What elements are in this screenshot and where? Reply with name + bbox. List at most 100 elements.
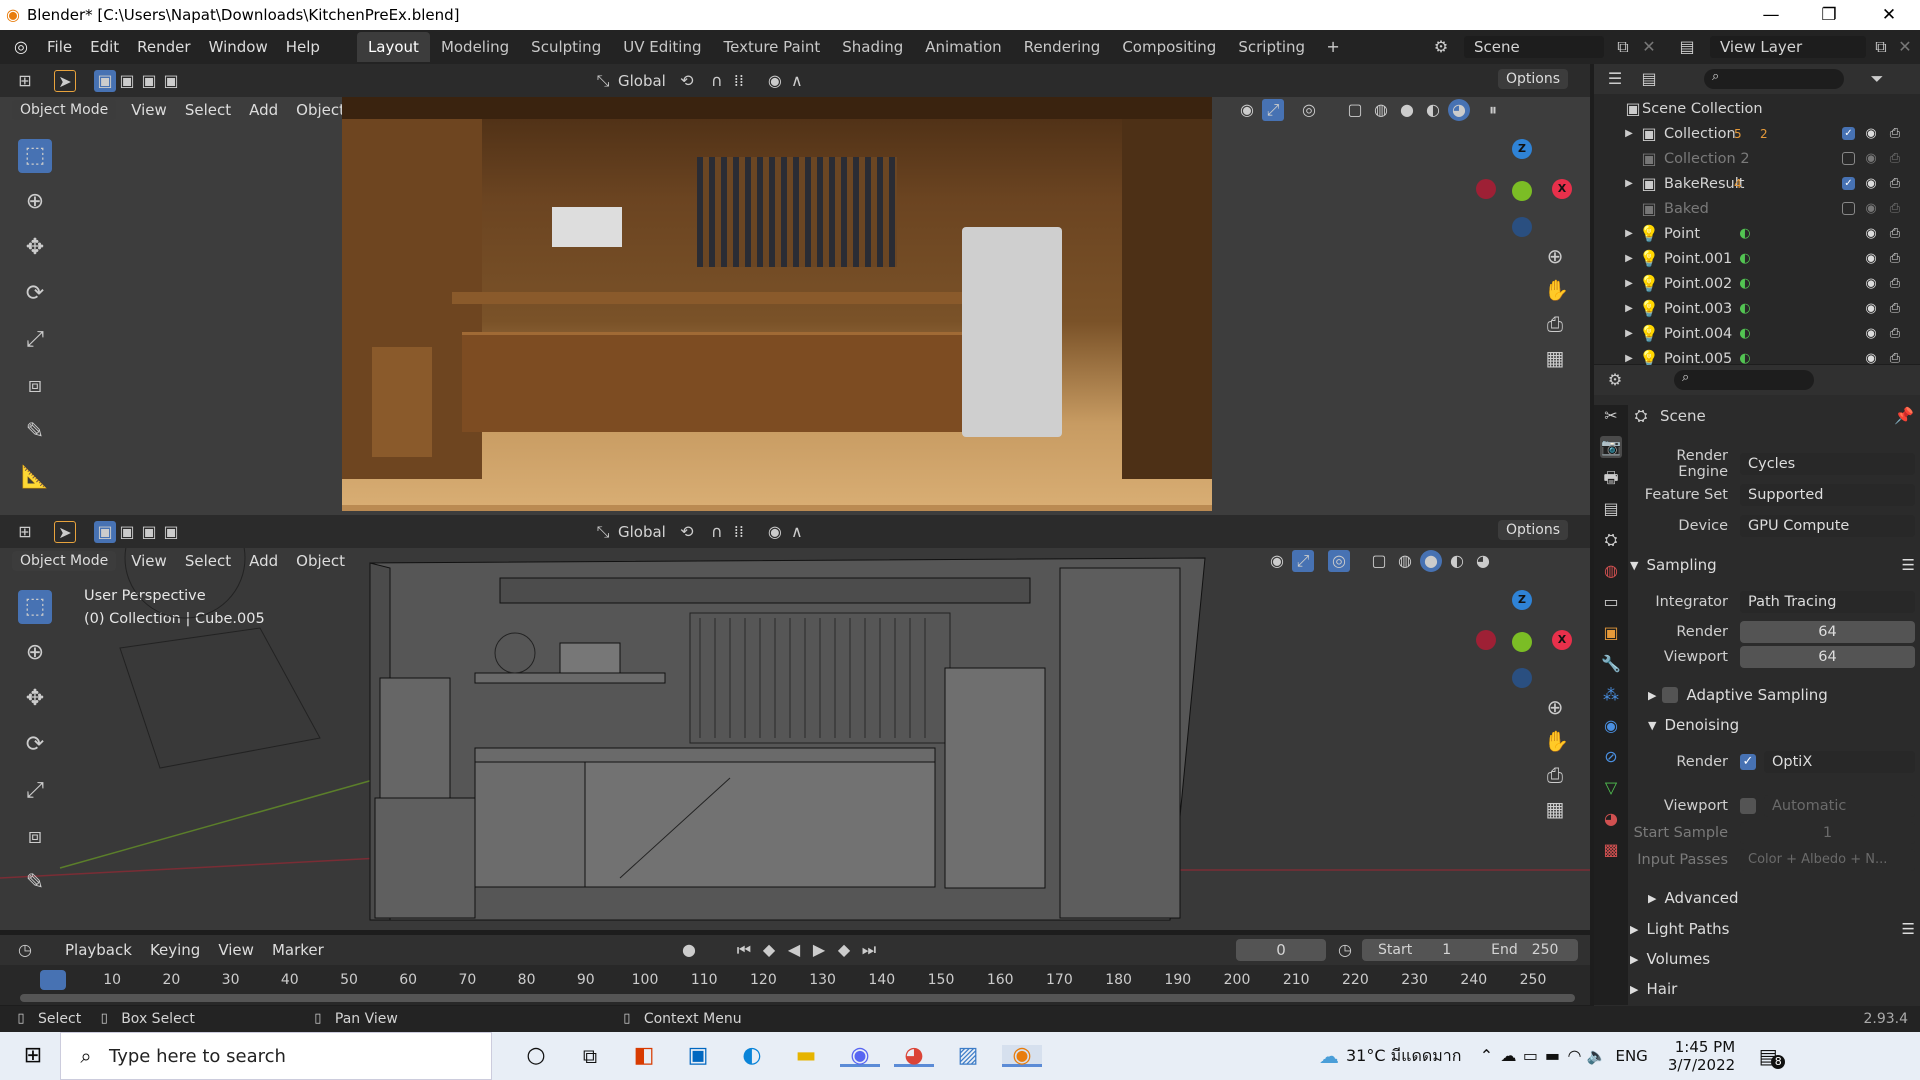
start-sample-field[interactable]: 1 [1740, 822, 1915, 844]
falloff-icon[interactable]: ∧ [786, 521, 808, 543]
timeline-view-menu[interactable]: View [209, 941, 263, 959]
list-icon[interactable]: ☰ [1902, 920, 1915, 938]
store-icon[interactable]: ▣ [678, 1045, 718, 1067]
blender-taskbar-icon[interactable]: ◉ [1002, 1045, 1042, 1067]
outliner-search-input[interactable]: ⌕ [1704, 69, 1844, 89]
select-tool-icon[interactable]: ➤ [54, 520, 76, 543]
advanced-header[interactable]: ▶ Advanced [1648, 885, 1915, 911]
list-icon[interactable]: ☰ [1902, 556, 1915, 574]
viewport-samples-field[interactable]: 64 [1740, 646, 1915, 668]
rotate-tool-icon[interactable]: ⟳ [18, 277, 52, 311]
view-layer-tab-icon[interactable]: ▤ [1600, 498, 1622, 520]
camera-render-icon[interactable]: ⎙ [1884, 173, 1906, 195]
editor-type-icon[interactable]: ⊞ [14, 521, 36, 543]
menu-render[interactable]: Render [128, 38, 199, 56]
expand-arrow-icon[interactable]: ▶ [1618, 223, 1640, 245]
prev-keyframe-icon[interactable]: ◆ [758, 939, 780, 961]
outliner-editor-icon[interactable]: ☰ [1604, 68, 1626, 90]
wireframe-shading-icon[interactable]: ◍ [1370, 99, 1392, 121]
volume-icon[interactable]: 🔈 [1585, 1045, 1607, 1067]
new-scene-icon[interactable]: ⧉ [1612, 36, 1634, 58]
gizmo-toggle-icon[interactable]: ⤢ [1262, 99, 1284, 121]
pause-render-icon[interactable]: ⏸ [1482, 99, 1504, 121]
move-tool-icon[interactable]: ✥ [18, 231, 52, 265]
collection-tab-icon[interactable]: ▭ [1600, 591, 1622, 613]
select-mode-subtract-icon[interactable]: ▣ [138, 521, 160, 543]
solid-shading-icon[interactable]: ● [1420, 550, 1442, 572]
device-dropdown[interactable]: GPU Compute [1740, 515, 1915, 537]
play-icon[interactable]: ▶ [808, 939, 830, 961]
xray-icon[interactable]: ▢ [1368, 550, 1390, 572]
exclude-checkbox[interactable] [1842, 202, 1855, 215]
wireframe-shading-icon[interactable]: ◍ [1394, 550, 1416, 572]
snap-grid-icon[interactable]: ⁞⁞ [728, 70, 750, 92]
tab-shading[interactable]: Shading [831, 32, 914, 62]
maximize-button[interactable]: ❐ [1798, 0, 1860, 30]
outliner-row[interactable]: ▶ 💡 Point.001 ◐ ◉ ⎙ [1594, 246, 1920, 271]
clock[interactable]: 1:45 PM 3/7/2022 [1668, 1038, 1735, 1074]
notification-center-icon[interactable]: ▤ 8 [1757, 1045, 1786, 1069]
object-mode-dropdown[interactable]: Object Mode [12, 100, 117, 120]
select-mode-subtract-icon[interactable]: ▣ [138, 70, 160, 92]
delete-scene-icon[interactable]: ✕ [1638, 36, 1660, 58]
integrator-dropdown[interactable]: Path Tracing [1740, 591, 1915, 613]
snap-icon[interactable]: ∩ [706, 70, 728, 92]
gizmo-neg-x-icon[interactable] [1476, 179, 1496, 199]
close-button[interactable]: ✕ [1858, 0, 1920, 30]
select-mode-extend-icon[interactable]: ▣ [116, 70, 138, 92]
rendered-shading-icon[interactable]: ◕ [1472, 550, 1494, 572]
menu-window[interactable]: Window [200, 38, 277, 56]
select-box-tool-icon[interactable]: ⬚ [18, 139, 52, 173]
tab-rendering[interactable]: Rendering [1013, 32, 1112, 62]
gizmo-toggle-icon[interactable]: ⤢ [1292, 550, 1314, 572]
current-frame-field[interactable]: 0 [1236, 939, 1326, 961]
camera-render-icon[interactable]: ⎙ [1884, 248, 1906, 270]
constraints-tab-icon[interactable]: ⊘ [1600, 746, 1622, 768]
tab-layout[interactable]: Layout [356, 32, 430, 62]
weather-text[interactable]: 31°C มีแดดมาก [1346, 1044, 1461, 1069]
new-view-layer-icon[interactable]: ⧉ [1870, 36, 1892, 58]
physics-tab-icon[interactable]: ◉ [1600, 715, 1622, 737]
network-icon[interactable]: ◠ [1563, 1045, 1585, 1067]
discord-icon[interactable]: ◉ [840, 1045, 880, 1067]
view-menu[interactable]: View [122, 101, 176, 119]
proportional-edit-icon[interactable]: ◉ [764, 521, 786, 543]
jump-start-icon[interactable]: ⏮ [733, 939, 755, 961]
texture-tab-icon[interactable]: ▩ [1600, 839, 1622, 861]
eye-icon[interactable]: ◉ [1860, 148, 1882, 170]
outliner-row[interactable]: ▶ 💡 Point.002 ◐ ◉ ⎙ [1594, 271, 1920, 296]
record-keyframe-icon[interactable]: ● [678, 939, 700, 961]
expand-arrow-icon[interactable]: ▶ [1618, 273, 1640, 295]
orientation-icon[interactable]: ⤡ [592, 70, 614, 92]
pivot-icon[interactable]: ⟲ [676, 70, 698, 92]
taskbar-search-box[interactable]: ⌕ Type here to search [60, 1032, 492, 1080]
gizmo-x-icon[interactable]: X [1552, 179, 1572, 199]
data-tab-icon[interactable]: ▽ [1600, 777, 1622, 799]
select-mode-new-icon[interactable]: ▣ [94, 520, 116, 543]
outliner-row[interactable]: ▣ Collection 2 ◉ ⎙ [1594, 146, 1920, 171]
modifier-tab-icon[interactable]: 🔧 [1600, 653, 1622, 675]
select-box-tool-icon[interactable]: ⬚ [18, 590, 52, 624]
measure-tool-icon[interactable]: 📐 [18, 461, 52, 495]
select-mode-invert-icon[interactable]: ▣ [160, 521, 182, 543]
feature-set-dropdown[interactable]: Supported [1740, 484, 1915, 506]
denoising-header[interactable]: ▼ Denoising [1648, 712, 1915, 738]
eye-icon[interactable]: ◉ [1860, 223, 1882, 245]
pivot-icon[interactable]: ⟲ [676, 521, 698, 543]
select-mode-invert-icon[interactable]: ▣ [160, 70, 182, 92]
tab-scripting[interactable]: Scripting [1227, 32, 1316, 62]
delete-view-layer-icon[interactable]: ✕ [1894, 36, 1916, 58]
gizmo-neg-x-icon[interactable] [1476, 630, 1496, 650]
material-shading-icon[interactable]: ◐ [1446, 550, 1468, 572]
material-shading-icon[interactable]: ◐ [1422, 99, 1444, 121]
visibility-icon[interactable]: ◉ [1236, 99, 1258, 121]
weather-icon[interactable]: ☁ [1318, 1045, 1340, 1067]
snap-icon[interactable]: ∩ [706, 521, 728, 543]
chrome-icon[interactable]: ◕ [894, 1045, 934, 1067]
cursor-tool-icon[interactable]: ⊕ [18, 185, 52, 219]
camera-render-icon[interactable]: ⎙ [1884, 223, 1906, 245]
menu-edit[interactable]: Edit [81, 38, 128, 56]
jump-end-icon[interactable]: ⏭ [858, 939, 880, 961]
blender-menu-icon[interactable]: ◎ [10, 36, 32, 58]
adaptive-sampling-header[interactable]: ▶ Adaptive Sampling [1648, 682, 1915, 708]
